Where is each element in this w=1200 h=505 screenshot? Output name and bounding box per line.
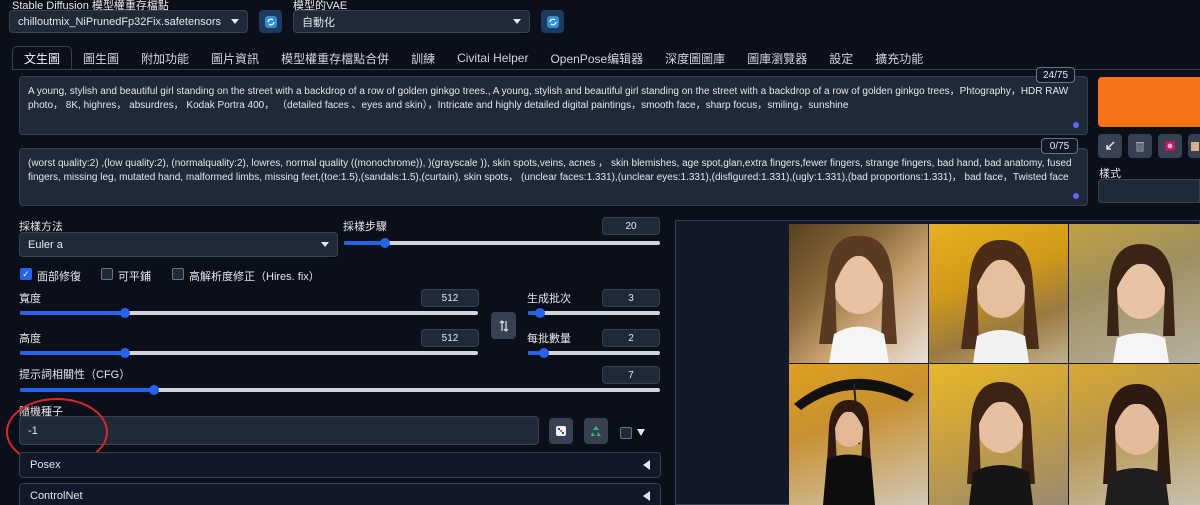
chevron-down-icon [321,242,329,247]
reuse-seed-button[interactable] [584,418,608,444]
negative-token-counter: 0/75 [1041,138,1078,154]
tab-depth-library[interactable]: 深度圖圖庫 [654,46,736,70]
read-params-button[interactable] [1098,134,1122,158]
clipboard-button[interactable] [1188,134,1200,158]
vae-value: 自動化 [302,16,335,29]
cfg-input[interactable]: 7 [602,366,660,384]
tab-img2img[interactable]: 圖生圖 [72,46,130,70]
tab-divider [12,69,1200,70]
portrait-photo-icon [961,239,1039,363]
model-value: chilloutmix_NiPrunedFp32Fix.safetensors [18,15,221,28]
sampler-value: Euler a [28,238,63,251]
resize-dot-icon [1073,193,1079,199]
batch-size-label: 每批數量 [527,333,571,345]
slider-thumb[interactable] [538,348,549,358]
generate-button[interactable] [1098,77,1200,127]
sampler-select[interactable]: Euler a [19,232,338,257]
generated-image[interactable] [1069,224,1200,363]
generated-image[interactable] [789,364,928,505]
portrait-photo-icon [1107,244,1175,363]
generated-image[interactable] [929,364,1068,505]
styles-select[interactable] [1098,179,1200,203]
tab-extensions[interactable]: 擴充功能 [864,46,934,70]
height-slider[interactable] [20,348,478,358]
controlnet-accordion[interactable]: ControlNet [19,483,661,505]
steps-label: 採樣步驟 [343,221,387,233]
batch-count-label: 生成批次 [527,293,571,305]
posex-accordion[interactable]: Posex [19,452,661,478]
resize-dot-icon [1073,122,1079,128]
tiling-label: 可平鋪 [118,271,151,283]
generated-image[interactable] [789,224,928,363]
tab-train[interactable]: 訓練 [400,46,446,70]
hires-fix-checkbox[interactable] [172,268,184,280]
style-icon [1165,141,1175,151]
restore-faces-label: 面部修復 [37,271,81,283]
tab-image-browser[interactable]: 圖庫瀏覽器 [736,46,818,70]
cfg-slider[interactable] [20,385,660,395]
width-input[interactable]: 512 [421,289,479,307]
refresh-icon [546,15,559,28]
slider-thumb[interactable] [534,308,545,318]
slider-thumb[interactable] [380,238,391,248]
steps-slider[interactable] [344,238,660,248]
slider-thumb[interactable] [149,385,160,395]
show-extra-networks-button[interactable] [1158,134,1182,158]
model-select[interactable]: chilloutmix_NiPrunedFp32Fix.safetensors [9,10,248,33]
recycle-icon [591,426,601,436]
cfg-label: 提示詞相關性（CFG） [19,369,131,381]
portrait-photo-icon [1103,384,1171,505]
refresh-model-button[interactable] [259,10,282,33]
generated-image[interactable] [929,224,1068,363]
batch-size-slider[interactable] [528,348,660,358]
vae-select[interactable]: 自動化 [293,10,530,33]
posex-label: Posex [30,459,61,471]
dice-icon [556,426,566,436]
positive-token-counter: 24/75 [1036,67,1075,83]
extra-seed-checkbox[interactable] [620,427,632,439]
tab-extras[interactable]: 附加功能 [130,46,200,70]
width-slider[interactable] [20,308,478,318]
steps-input[interactable]: 20 [602,217,660,235]
chevron-down-icon [513,19,521,24]
tiling-checkbox[interactable] [101,268,113,280]
chevron-down-icon [637,429,645,436]
negative-prompt-input[interactable]: (worst quality:2) ,(low quality:2), (nor… [19,148,1088,206]
batch-count-input[interactable]: 3 [602,289,660,307]
random-seed-button[interactable] [549,418,573,444]
portrait-photo-icon [819,235,897,363]
positive-prompt-input[interactable]: A young, stylish and beautiful girl stan… [19,76,1088,135]
chevron-down-icon [231,19,239,24]
chevron-left-icon [643,460,650,470]
generated-image[interactable] [1069,364,1200,505]
batch-size-input[interactable]: 2 [602,329,660,347]
slider-thumb[interactable] [120,308,131,318]
chevron-left-icon [643,491,650,501]
batch-count-slider[interactable] [528,308,660,318]
hires-fix-label: 高解析度修正（Hires. fix） [189,271,320,283]
refresh-icon [264,15,277,28]
controlnet-label: ControlNet [30,490,83,502]
tab-png-info[interactable]: 圖片資訊 [200,46,270,70]
tab-civitai-helper[interactable]: Civitai Helper [446,46,539,70]
swap-dimensions-button[interactable] [491,312,516,339]
restore-faces-checkbox[interactable]: ✓ [20,268,32,280]
width-label: 寬度 [19,293,41,305]
swap-icon [499,319,508,332]
tab-checkpoint-merger[interactable]: 模型權重存檔點合併 [270,46,400,70]
tab-openpose-editor[interactable]: OpenPose编辑器 [539,46,654,70]
height-input[interactable]: 512 [421,329,479,347]
height-label: 高度 [19,333,41,345]
clipboard-icon [1191,142,1199,151]
portrait-photo-icon [967,382,1035,505]
refresh-vae-button[interactable] [541,10,564,33]
main-tabs: 文生圖 圖生圖 附加功能 圖片資訊 模型權重存檔點合併 訓練 Civitai H… [12,46,934,70]
tab-settings[interactable]: 設定 [818,46,864,70]
portrait-photo-icon [794,378,914,505]
slider-thumb[interactable] [120,348,131,358]
arrow-icon [1106,141,1115,150]
clear-prompt-button[interactable] [1128,134,1152,158]
trash-icon [1136,142,1144,152]
tab-txt2img[interactable]: 文生圖 [12,46,73,70]
